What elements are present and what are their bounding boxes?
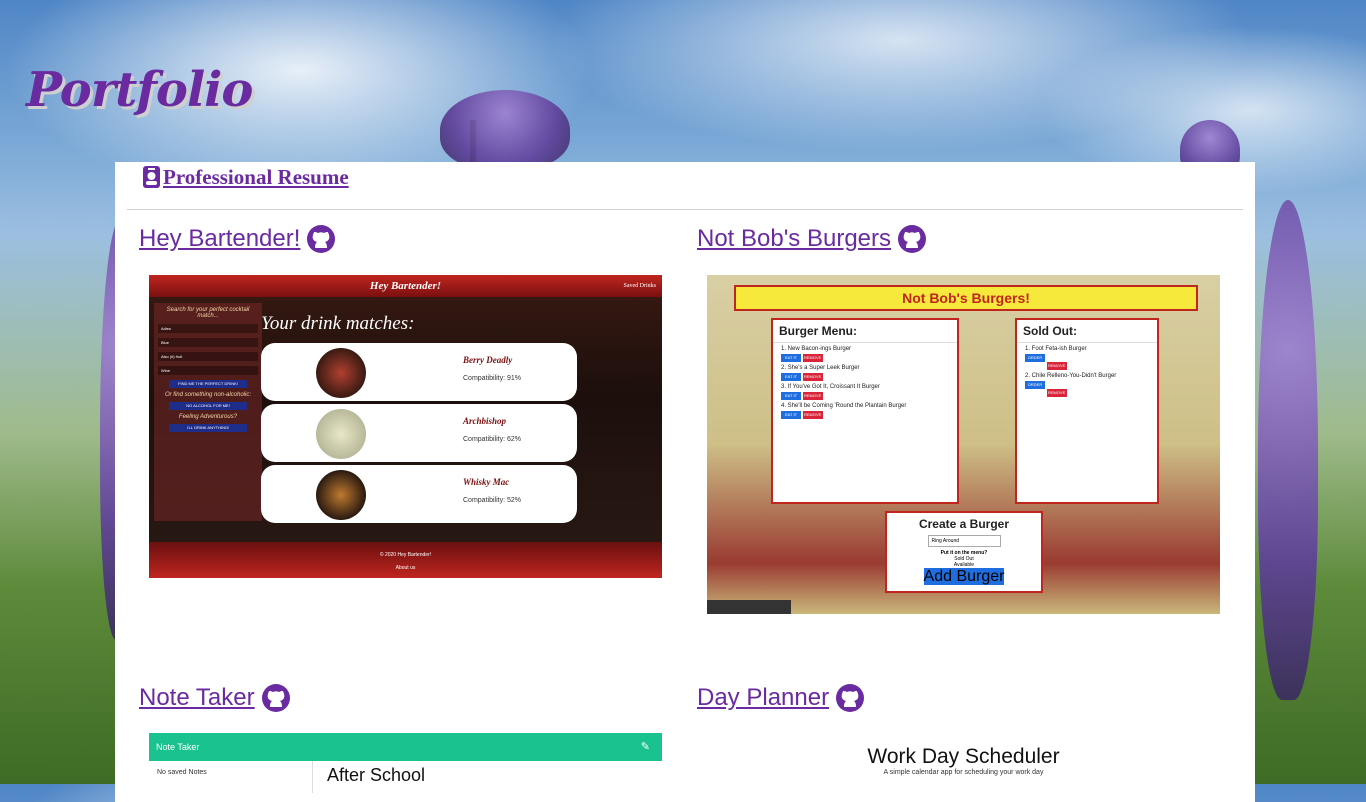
create-heading: Create a Burger xyxy=(918,517,1010,531)
drink-image xyxy=(316,348,366,398)
sold-out-box: Sold Out: 1. Foot Feta-ish Burger ORDER U… xyxy=(1015,318,1159,504)
remove-button: REMOVE xyxy=(802,354,823,362)
project-screenshot[interactable]: Hey Bartender! Saved Drinks Search for yo… xyxy=(149,275,662,578)
menu-item: 1. New Bacon-ings Burger EAT IT REMOVE xyxy=(773,343,957,362)
project-title-row: Not Bob's Burgers xyxy=(697,224,927,254)
remove-button: REMOVE xyxy=(802,392,823,400)
preview-header: Hey Bartender! Saved Drinks xyxy=(149,275,662,297)
eat-button: EAT IT xyxy=(781,411,801,419)
project-screenshot[interactable]: Work Day Scheduler A simple calendar app… xyxy=(707,733,1220,793)
burger-name-input: Ring Around xyxy=(927,535,1001,547)
drink-image xyxy=(316,409,366,459)
preview-search-sidebar: Search for your perfect cocktail match..… xyxy=(154,303,262,521)
soldout-item-name: 2. Chile Relleno-You-Didn't Burger xyxy=(1025,373,1117,379)
remove-button: REMOVE xyxy=(1046,389,1067,397)
project-link[interactable]: Not Bob's Burgers xyxy=(697,225,891,253)
project-link[interactable]: Note Taker xyxy=(139,684,255,712)
select-2: Blue xyxy=(158,338,258,347)
preview-header-title: Hey Bartender! xyxy=(369,280,442,292)
soldout-item: 2. Chile Relleno-You-Didn't Burger ORDER … xyxy=(1017,370,1157,397)
soldout-item: 1. Foot Feta-ish Burger ORDER UP REMOVE xyxy=(1017,343,1157,370)
portfolio-panel: Professional Resume Hey Bartender! Hey B… xyxy=(115,162,1255,802)
drink-compat: Compatibility: 91% xyxy=(463,375,521,382)
order-button: ORDER UP xyxy=(1025,354,1045,368)
preview-subheading: A simple calendar app for scheduling you… xyxy=(883,769,1044,776)
menu-item: 2. She's a Super Leek Burger EAT IT REMOV… xyxy=(773,362,957,381)
menu-item: 3. If You've Got It, Croissant It Burger… xyxy=(773,381,957,400)
soldout-item-name: 1. Foot Feta-ish Burger xyxy=(1025,346,1087,352)
saved-drinks-link: Saved Drinks xyxy=(623,283,657,289)
github-icon[interactable] xyxy=(261,683,291,713)
github-icon[interactable] xyxy=(835,683,865,713)
nonalc-text: Or find something non-alcoholic: xyxy=(164,392,252,398)
id-badge-icon xyxy=(143,166,160,188)
page-title: Portfolio xyxy=(26,62,253,118)
eat-button: EAT IT xyxy=(781,373,801,381)
drink-card: Whisky Mac Compatibility: 52% xyxy=(261,465,577,523)
menu-item-name: 1. New Bacon-ings Burger xyxy=(781,346,852,352)
menu-heading: Burger Menu: xyxy=(773,320,957,343)
project-title-row: Note Taker xyxy=(139,683,291,713)
lupine-flower xyxy=(1258,200,1318,700)
menu-item-name: 3. If You've Got It, Croissant It Burger xyxy=(781,384,880,390)
find-drink-button: FIND ME THE PERFECT DRINK! xyxy=(169,380,247,388)
pencil-icon: ✎ xyxy=(640,741,650,753)
preview-note-list: No saved Notes xyxy=(149,761,313,793)
project-link[interactable]: Day Planner xyxy=(697,684,829,712)
preview-heading: Work Day Scheduler xyxy=(867,745,1060,768)
project-title-row: Hey Bartender! xyxy=(139,224,336,254)
footer-about: About us xyxy=(395,565,416,571)
divider xyxy=(127,209,1243,210)
menu-item-name: 4. She'll be Coming 'Round the Plantain … xyxy=(781,403,907,409)
menu-item: 4. She'll be Coming 'Round the Plantain … xyxy=(773,400,957,419)
github-icon[interactable] xyxy=(306,224,336,254)
resume-label: Professional Resume xyxy=(163,164,349,189)
lupine-flower xyxy=(440,90,570,170)
eat-button: EAT IT xyxy=(781,354,801,362)
create-burger-box: Create a Burger Ring Around Put it on th… xyxy=(885,511,1043,593)
drink-name: Whisky Mac xyxy=(463,477,510,487)
add-burger-button: Add Burger xyxy=(923,568,1005,585)
burger-menu-box: Burger Menu: 1. New Bacon-ings Burger EAT… xyxy=(771,318,959,504)
video-toolbar xyxy=(707,600,791,614)
sidebar-heading: Search for your perfect cocktail match..… xyxy=(166,307,250,319)
matches-heading: Your drink matches: xyxy=(261,313,415,334)
drink-card: Archbishop Compatibility: 62% xyxy=(261,404,577,462)
drink-compat: Compatibility: 62% xyxy=(463,436,521,443)
preview-appbar: Note Taker ✎ xyxy=(149,733,662,761)
preview-app-title: Note Taker xyxy=(156,742,200,752)
select-3: Also (it) fruit xyxy=(158,352,258,361)
project-link[interactable]: Hey Bartender! xyxy=(139,225,300,253)
drink-image xyxy=(316,470,366,520)
order-button: ORDER UP xyxy=(1025,381,1045,395)
adventurous-text: Feeling Adventurous? xyxy=(178,414,238,420)
select-4: Wine xyxy=(158,366,258,375)
soldout-heading: Sold Out: xyxy=(1017,320,1157,343)
footer-copyright: © 2020 Hey Bartender! xyxy=(379,552,432,558)
drink-name: Archbishop xyxy=(463,416,507,426)
preview-banner: Not Bob's Burgers! xyxy=(734,285,1198,311)
project-title-row: Day Planner xyxy=(697,683,865,713)
select-1: Adieu xyxy=(158,324,258,333)
drink-compat: Compatibility: 52% xyxy=(463,497,521,504)
no-alcohol-button: NO ALCOHOL FOR ME! xyxy=(169,402,247,410)
menu-item-name: 2. She's a Super Leek Burger xyxy=(781,365,860,371)
remove-button: REMOVE xyxy=(802,373,823,381)
project-screenshot[interactable]: Note Taker ✎ No saved Notes After School xyxy=(149,733,662,793)
drink-anything-button: I'LL DRINK ANYTHING! xyxy=(169,424,247,432)
remove-button: REMOVE xyxy=(1046,362,1067,370)
preview-note-title: After School xyxy=(327,765,426,785)
resume-link[interactable]: Professional Resume xyxy=(143,162,349,192)
eat-button: EAT IT xyxy=(781,392,801,400)
project-screenshot[interactable]: Not Bob's Burgers! Burger Menu: 1. New B… xyxy=(707,275,1220,614)
preview-footer: © 2020 Hey Bartender! About us xyxy=(149,542,662,578)
remove-button: REMOVE xyxy=(802,411,823,419)
drink-card: Berry Deadly Compatibility: 91% xyxy=(261,343,577,401)
github-icon[interactable] xyxy=(897,224,927,254)
drink-name: Berry Deadly xyxy=(463,355,513,365)
